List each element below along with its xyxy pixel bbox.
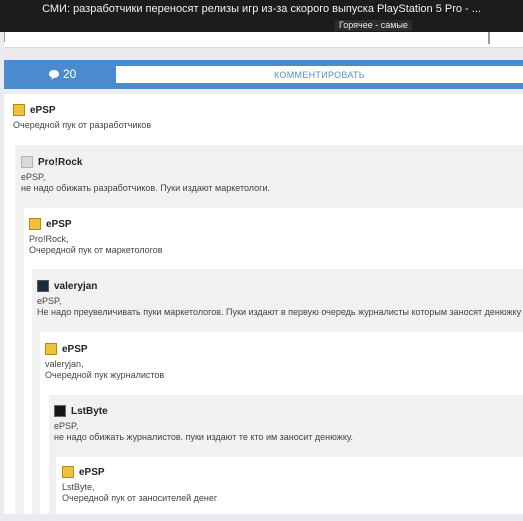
comment-count[interactable]: 20 — [48, 67, 76, 81]
black-avatar-icon[interactable] — [54, 405, 66, 417]
gray-avatar-icon[interactable] — [21, 156, 33, 168]
comment-item: ePSP Pro!Rock, Очередной пук от маркетол… — [29, 217, 163, 256]
comment-author[interactable]: Pro!Rock — [38, 157, 82, 168]
yellow-avatar-icon[interactable] — [62, 466, 74, 478]
comment-author[interactable]: ePSP — [79, 467, 105, 478]
yellow-avatar-icon[interactable] — [13, 104, 25, 116]
yellow-avatar-icon[interactable] — [45, 343, 57, 355]
comment-text: ePSP, не надо обижать разработчиков. Пук… — [21, 172, 270, 193]
comment-item: ePSP valeryjan, Очередной пук журналисто… — [45, 342, 164, 381]
comment-author[interactable]: LstByte — [71, 406, 108, 417]
previous-card — [4, 32, 523, 48]
yellow-avatar-icon[interactable] — [29, 218, 41, 230]
dark-avatar-icon[interactable] — [37, 280, 49, 292]
comment-text: ePSP, Не надо преувеличивать пуки маркет… — [37, 296, 522, 317]
comment-author[interactable]: valeryjan — [54, 281, 97, 292]
comment-author[interactable]: ePSP — [62, 344, 88, 355]
comment-item: valeryjan ePSP, Не надо преувеличивать п… — [37, 279, 521, 318]
comment-text: Очередной пук от разработчиков — [13, 120, 152, 130]
comment-count-value: 20 — [63, 67, 77, 81]
comment-button[interactable]: КОММЕНТИРОВАТЬ — [116, 66, 523, 83]
comment-item: ePSP LstByte, Очередной пук от заносител… — [62, 465, 217, 504]
comment-text: ePSP, не надо обижать журналистов. пуки … — [54, 421, 353, 442]
comment-bar: 20 КОММЕНТИРОВАТЬ — [4, 60, 523, 89]
window-title: СМИ: разработчики переносят релизы игр и… — [42, 3, 481, 15]
comment-item: ePSP Очередной пук от разработчиков — [13, 103, 151, 131]
speech-bubble-icon — [49, 69, 59, 79]
comment-text: valeryjan, Очередной пук журналистов — [45, 359, 165, 380]
comment-text: LstByte, Очередной пук от заносителей де… — [62, 482, 218, 503]
comment-thread: ePSP Очередной пук от разработчиков Pro!… — [4, 94, 523, 514]
comment-item: LstByte ePSP, не надо обижать журналисто… — [54, 404, 353, 443]
hot-tag[interactable]: Горячее - самые — [335, 20, 412, 31]
comment-item: Pro!Rock ePSP, не надо обижать разработч… — [21, 155, 270, 194]
comment-author[interactable]: ePSP — [30, 105, 56, 116]
comment-author[interactable]: ePSP — [46, 219, 72, 230]
window-title-bar: СМИ: разработчики переносят релизы игр и… — [0, 0, 523, 32]
comment-text: Pro!Rock, Очередной пук от маркетологов — [29, 234, 163, 255]
